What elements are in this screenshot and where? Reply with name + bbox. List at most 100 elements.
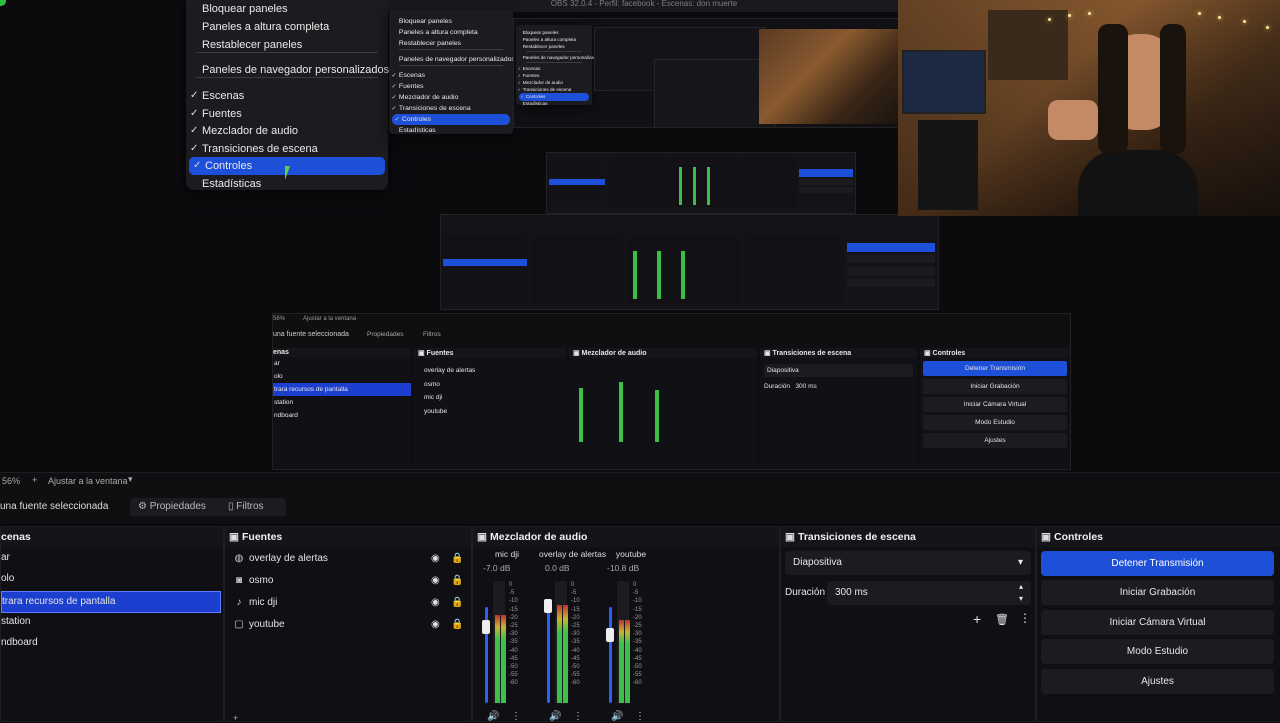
menu-item-label: Controles — [525, 94, 546, 99]
menu-item-label: Transiciones de escena — [522, 87, 572, 92]
control-button[interactable]: Iniciar Cámara Virtual — [1041, 609, 1274, 635]
control-button[interactable]: Modo Estudio — [1041, 639, 1274, 665]
scene-item[interactable]: ar — [1, 548, 223, 568]
menu-item[interactable]: ✓ Controles — [392, 114, 510, 126]
scene-item[interactable]: ndboard — [1, 633, 223, 653]
eye-icon[interactable]: ◉ — [431, 593, 440, 613]
unlock-icon[interactable]: 🔒 — [451, 549, 463, 569]
checkmark-icon: ✓ — [391, 83, 397, 90]
source-item[interactable]: ◙ osmo ◉ 🔒 — [225, 571, 471, 591]
source-item[interactable]: ▢ youtube ◉ 🔒 — [225, 615, 471, 635]
nested-view-menu: Bloquear paneles Paneles a altura complet… — [389, 10, 521, 136]
zoom-in-button[interactable]: + — [32, 475, 37, 485]
add-source-button[interactable]: + — [233, 713, 238, 723]
mouse-cursor — [285, 166, 295, 180]
scene-item[interactable]: station — [1, 612, 223, 632]
menu-separator — [526, 62, 582, 63]
control-button[interactable]: Ajustes — [1041, 668, 1274, 694]
speaker-icon[interactable]: 🔊 — [549, 711, 561, 722]
more-options-icon[interactable]: ⋮ — [573, 711, 583, 722]
scene-item[interactable]: olo — [1, 569, 223, 589]
no-source-selected-label: una fuente seleccionada — [0, 501, 109, 512]
speaker-icon[interactable]: 🔊 — [611, 711, 623, 722]
stepper-down-icon[interactable]: ▾ — [1019, 587, 1023, 611]
source-label: mic dji — [249, 597, 278, 608]
lock-icon[interactable]: 🔒 — [451, 593, 463, 613]
menu-item-label: Controles — [205, 160, 253, 172]
nested-control-button: Detener Transmisión — [923, 361, 1067, 376]
channel-db-readout: -10.8 dB — [607, 563, 640, 573]
menu-item-label: Restablecer paneles — [202, 39, 303, 51]
trash-icon[interactable]: 🗑 — [995, 613, 1009, 626]
mixer-channel: youtube -10.8 dB 0 -5 -10 -15 -20 -25 -30 -35 -40-… — [601, 547, 661, 722]
menu-item-label: Fuentes — [398, 83, 424, 90]
menu-item[interactable]: ✓ Fuentes — [389, 81, 513, 92]
nested-scene-item: station — [274, 399, 294, 406]
menu-item[interactable]: Restablecer paneles — [516, 43, 592, 51]
menu-item[interactable]: Bloquear paneles — [186, 0, 388, 18]
volume-fader-handle[interactable] — [606, 627, 614, 642]
menu-item[interactable]: Estadísticas — [389, 125, 513, 136]
filters-button[interactable]: ▯ Filtros — [220, 498, 286, 516]
menu-item[interactable]: Estadísticas — [516, 100, 592, 108]
volume-fader-handle[interactable] — [544, 599, 552, 613]
volume-fader-handle[interactable] — [482, 620, 490, 635]
more-options-icon[interactable]: ⋮ — [511, 711, 521, 722]
menu-item[interactable]: Paneles de navegador personalizados... — [389, 54, 521, 65]
menu-item-label: Mezclador de audio — [202, 125, 299, 137]
properties-button[interactable]: ⚙ Propiedades — [130, 498, 224, 516]
sources-title: Fuentes — [242, 531, 283, 543]
fit-to-window-label[interactable]: Ajustar a la ventana — [48, 476, 128, 486]
window-zoom-button[interactable] — [0, 0, 6, 6]
nested-scene-item: trara recursos de pantalla — [273, 383, 411, 396]
dock-icon: ▣ — [477, 531, 487, 543]
menu-item[interactable]: ✓ Mezclador de audio — [186, 122, 388, 140]
more-options-icon[interactable]: ⋮ — [635, 711, 645, 722]
scene-item[interactable]: trara recursos de pantalla — [1, 590, 221, 613]
unlock-icon[interactable]: 🔒 — [451, 615, 463, 635]
volume-fader-track[interactable] — [609, 607, 612, 703]
menu-item[interactable]: ✓ Transiciones de escena — [186, 140, 388, 158]
eye-icon[interactable]: ◉ — [431, 549, 440, 569]
source-label: youtube — [249, 619, 285, 630]
menu-item[interactable]: Bloquear paneles — [389, 16, 513, 27]
globe-icon: ◍ — [234, 553, 244, 564]
menu-item[interactable]: ✓ Transiciones de escena — [389, 103, 513, 114]
menu-item[interactable]: ✓ Fuentes — [186, 105, 388, 123]
menu-item[interactable]: ✓ Escenas — [186, 87, 388, 105]
chevron-down-icon[interactable]: ▾ — [128, 474, 133, 485]
menu-item[interactable]: Paneles a altura completa — [186, 18, 388, 36]
volume-fader-track[interactable] — [547, 607, 550, 703]
menu-item[interactable]: Restablecer paneles — [389, 38, 513, 49]
menu-separator — [399, 65, 503, 66]
camera-icon: ◙ — [235, 575, 243, 586]
source-item[interactable]: ♪ mic dji ◉ 🔒 — [225, 593, 471, 613]
add-transition-icon[interactable]: + — [973, 611, 981, 627]
speaker-icon[interactable]: 🔊 — [487, 711, 499, 722]
dock-icon: ▣ — [229, 531, 239, 543]
transition-select[interactable]: Diapositiva ▾ — [785, 551, 1031, 575]
source-item[interactable]: ◍ overlay de alertas ◉ 🔒 — [225, 549, 471, 569]
checkmark-icon: ✓ — [190, 125, 199, 136]
duration-label: Duración — [785, 587, 826, 598]
mixer-title: Mezclador de audio — [490, 531, 588, 543]
program-preview: Bloquear paneles Paneles a altura complet… — [0, 0, 1280, 472]
menu-item-label: Restablecer paneles — [398, 40, 462, 47]
nested-scene-item: ar — [274, 360, 280, 367]
control-button[interactable]: Iniciar Grabación — [1041, 580, 1274, 606]
menu-item[interactable]: ✓ Mezclador de audio — [389, 92, 513, 103]
control-button[interactable]: Detener Transmisión — [1041, 551, 1274, 576]
unlock-icon[interactable]: 🔒 — [451, 571, 463, 591]
checkmark-icon: ✓ — [391, 94, 397, 101]
checkmark-icon: ✓ — [190, 108, 199, 119]
nested-preview-5: 56% Ajustar a la ventana una fuente sele… — [272, 313, 1071, 470]
menu-item[interactable]: ✓ Escenas — [389, 70, 513, 81]
duration-spinbox[interactable]: 300 ms ▴ ▾ — [827, 581, 1031, 605]
eye-icon[interactable]: ◉ — [431, 571, 440, 591]
eye-icon[interactable]: ◉ — [431, 615, 440, 635]
menu-item-label: Bloquear paneles — [522, 30, 559, 35]
more-options-icon[interactable]: ⋮ — [1019, 611, 1031, 625]
channel-name: overlay de alertas — [539, 549, 607, 559]
menu-item[interactable]: Paneles a altura completa — [389, 27, 513, 38]
menu-item[interactable]: Paneles de navegador personalizados... — [516, 54, 605, 62]
